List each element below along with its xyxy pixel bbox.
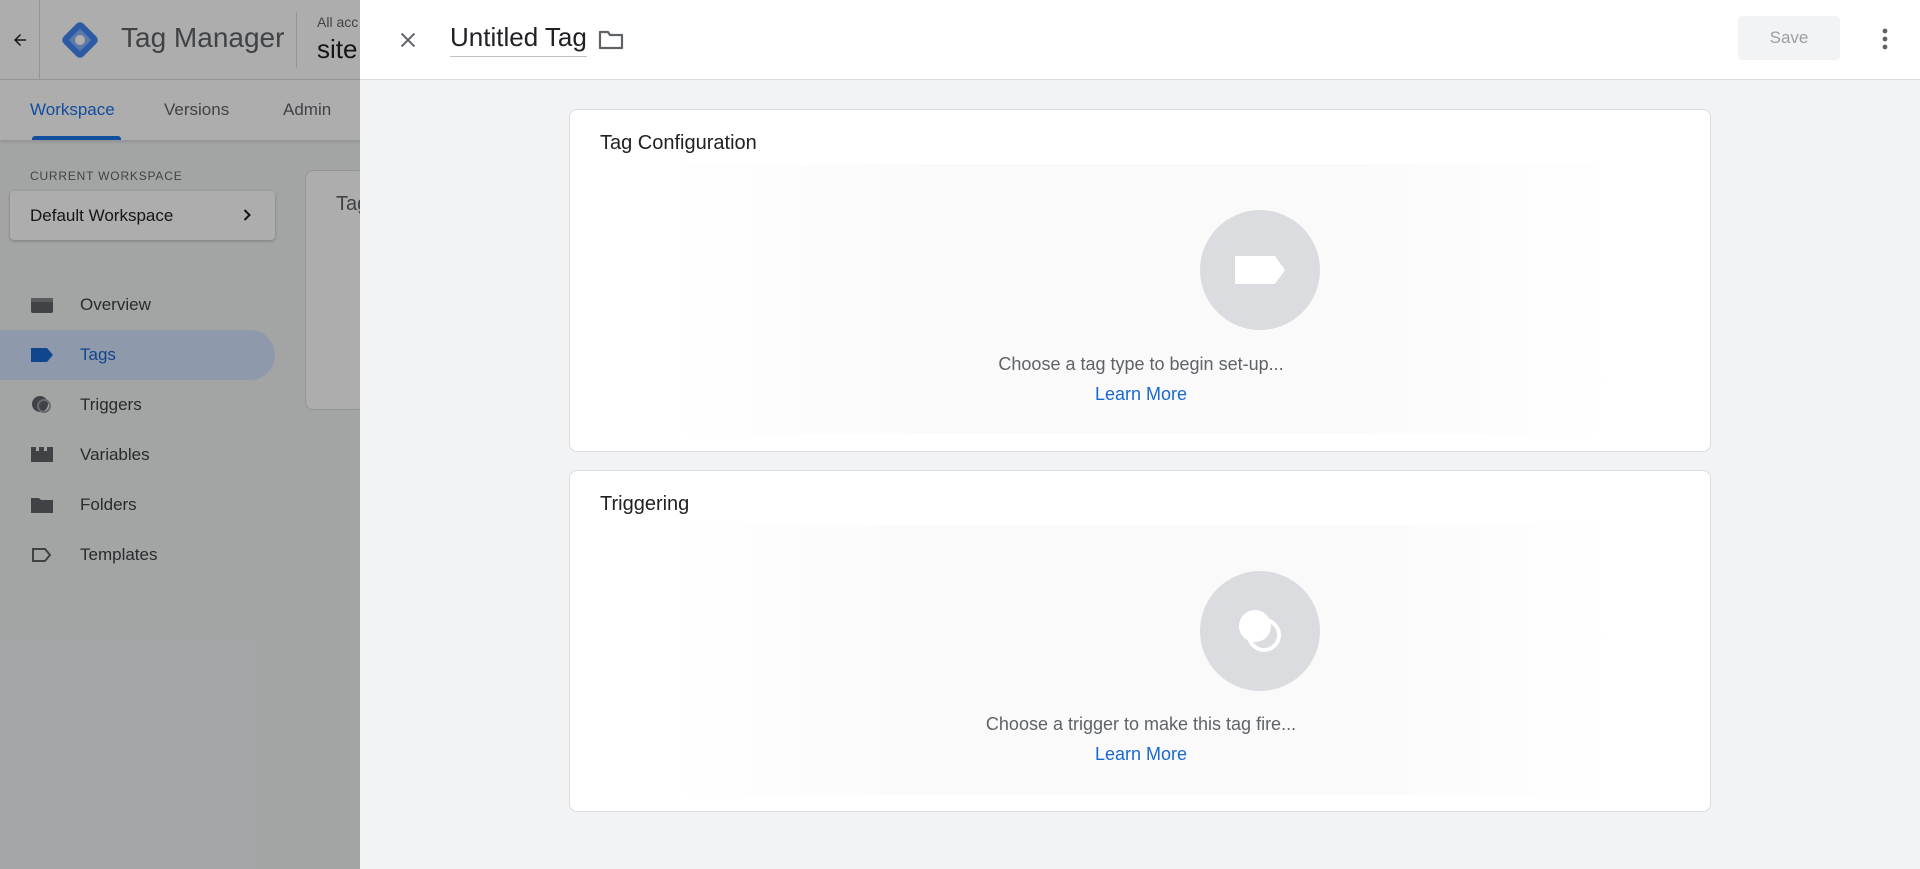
triggering-learn-more-row: Learn More	[570, 744, 1712, 765]
tag-editor-panel: Untitled Tag Save Tag Configuration Choo…	[360, 0, 1920, 869]
triggering-card[interactable]: Triggering Choose a trigger to make this…	[569, 470, 1711, 812]
trigger-placeholder[interactable]	[1200, 571, 1320, 691]
close-icon	[400, 32, 416, 48]
tag-name-input[interactable]: Untitled Tag	[450, 22, 587, 57]
tag-configuration-hint: Choose a tag type to begin set-up...	[998, 354, 1284, 374]
triggering-hint: Choose a trigger to make this tag fire..…	[985, 714, 1297, 734]
triggering-learn-more-link[interactable]: Learn More	[1095, 744, 1187, 764]
tag-configuration-card[interactable]: Tag Configuration Choose a tag type to b…	[569, 109, 1711, 452]
trigger-icon	[1239, 610, 1281, 652]
tag-editor-header: Untitled Tag Save	[360, 0, 1920, 80]
tag-configuration-learn-more-row: Learn More	[570, 384, 1712, 405]
tag-type-placeholder[interactable]	[1200, 210, 1320, 330]
folder-button[interactable]	[596, 26, 626, 54]
close-button[interactable]	[390, 22, 426, 58]
folder-outline-icon	[598, 30, 624, 50]
tag-icon	[1235, 256, 1285, 284]
tag-configuration-title: Tag Configuration	[600, 132, 757, 154]
more-vert-icon	[1882, 28, 1888, 50]
more-options-button[interactable]	[1870, 24, 1900, 54]
save-button[interactable]: Save	[1738, 16, 1840, 60]
triggering-title: Triggering	[600, 493, 690, 515]
tag-configuration-learn-more-link[interactable]: Learn More	[1095, 384, 1187, 404]
